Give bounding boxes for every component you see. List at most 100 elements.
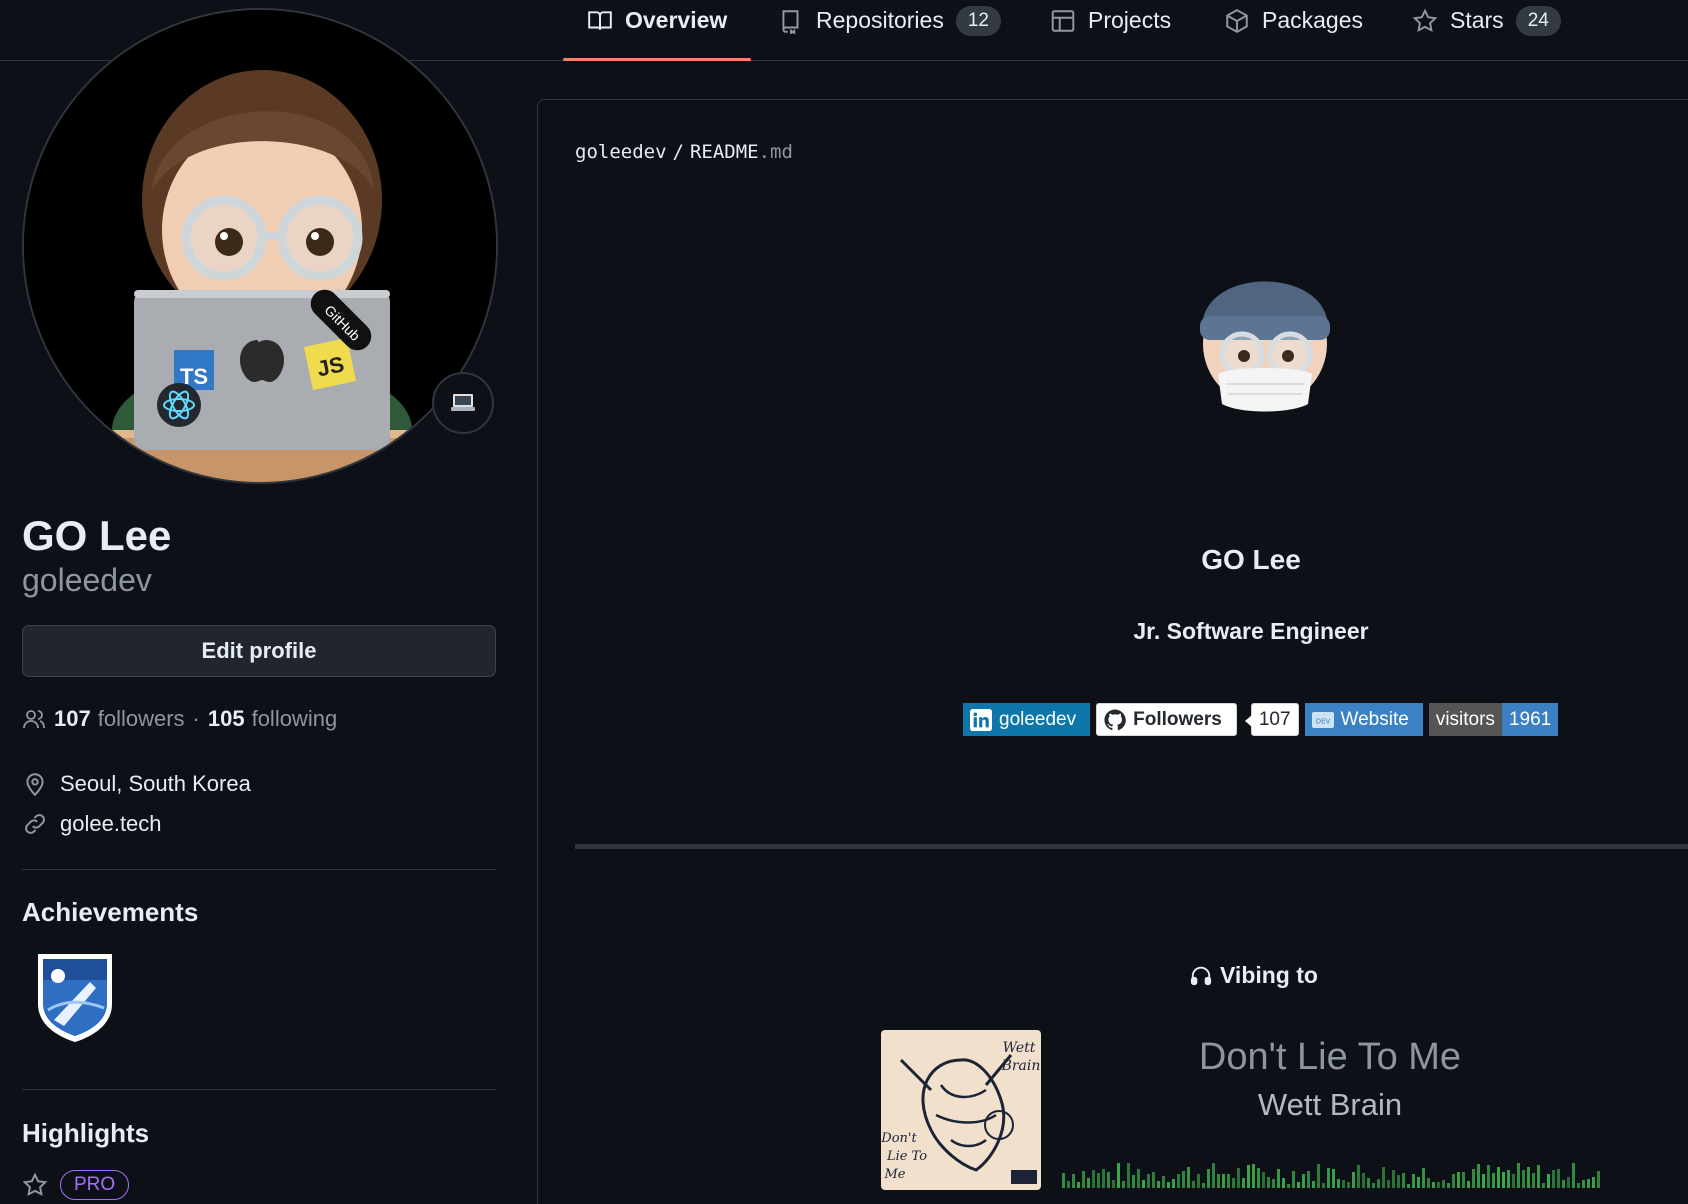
album-text-line: Lie To [886, 1149, 927, 1164]
equalizer-bar [1402, 1173, 1405, 1188]
tab-projects[interactable]: Projects [1050, 0, 1171, 61]
album-text-line: Me [883, 1167, 905, 1182]
followers-label: followers [97, 706, 185, 731]
readme-memoji [1190, 236, 1340, 416]
equalizer-bar [1332, 1169, 1335, 1188]
equalizer-bar [1432, 1182, 1435, 1188]
equalizer-bar [1152, 1172, 1155, 1188]
equalizer-bar [1597, 1171, 1600, 1188]
equalizer-bar [1517, 1163, 1520, 1188]
equalizer-bar [1082, 1171, 1085, 1188]
readme-horizontal-rule [575, 844, 1688, 849]
equalizer-bar [1562, 1180, 1565, 1188]
achievement-shield-icon [38, 954, 112, 1042]
memoji-laptop-illustration: TS JS GitHub [24, 10, 496, 482]
people-icon [23, 710, 45, 729]
equalizer-bar [1192, 1181, 1195, 1188]
github-followers-count-badge[interactable]: 107 [1244, 703, 1299, 736]
profile-name: GO Lee [22, 512, 172, 559]
equalizer-bar [1347, 1182, 1350, 1188]
equalizer-bar [1482, 1174, 1485, 1188]
equalizer-bar [1372, 1183, 1375, 1188]
equalizer-bar [1197, 1174, 1200, 1188]
equalizer-bar [1242, 1178, 1245, 1188]
set-status-button[interactable] [432, 372, 494, 434]
equalizer-bar [1112, 1180, 1115, 1188]
equalizer-bar [1512, 1174, 1515, 1188]
equalizer-bar [1067, 1181, 1070, 1188]
readme-owner-link[interactable]: goleedev [575, 141, 667, 163]
readme-title: GO Lee [1201, 544, 1301, 575]
tab-repositories[interactable]: Repositories 12 [778, 0, 1001, 61]
equalizer-bar [1322, 1183, 1325, 1188]
equalizer-bar [1307, 1171, 1310, 1188]
equalizer-bar [1177, 1174, 1180, 1188]
equalizer-bar [1582, 1180, 1585, 1188]
github-followers-label: Followers [1133, 708, 1222, 730]
achievement-badge[interactable] [34, 950, 116, 1044]
github-followers-badge[interactable]: Followers [1096, 703, 1237, 736]
equalizer-bar [1592, 1177, 1595, 1188]
tab-label: Packages [1262, 7, 1364, 33]
readme-file-link[interactable]: README.md [690, 141, 793, 163]
following-link[interactable]: 105 following [208, 706, 337, 732]
equalizer-bar [1587, 1179, 1590, 1188]
vibing-heading-text: Vibing to [1220, 961, 1318, 988]
equalizer-bar [1577, 1183, 1580, 1188]
linkedin-icon [970, 708, 992, 731]
equalizer-bar [1477, 1164, 1480, 1188]
equalizer-bar [1547, 1174, 1550, 1188]
vibing-heading: Vibing to [1190, 960, 1318, 990]
equalizer-bar [1437, 1182, 1440, 1188]
equalizer-bar [1532, 1173, 1535, 1188]
equalizer-bar [1327, 1168, 1330, 1188]
equalizer-bar [1272, 1179, 1275, 1188]
linkedin-badge[interactable]: goleedev [963, 703, 1091, 736]
readme-path: goleedev / README.md [575, 141, 793, 163]
tab-overview[interactable]: Overview [562, 0, 752, 61]
repo-count-badge: 12 [955, 5, 1001, 36]
equalizer-bar [1497, 1167, 1500, 1188]
equalizer-bar [1117, 1163, 1120, 1188]
equalizer-bar [1087, 1178, 1090, 1188]
svg-text:DEV: DEV [1315, 717, 1330, 725]
equalizer-bar [1077, 1182, 1080, 1188]
equalizer-bar [1282, 1178, 1285, 1188]
equalizer-bar [1147, 1174, 1150, 1188]
equalizer-bar [1092, 1170, 1095, 1188]
visitors-label: visitors [1428, 703, 1502, 736]
tab-label: Stars [1450, 7, 1504, 33]
profile-avatar[interactable]: TS JS GitHub [22, 8, 498, 484]
equalizer-bar [1342, 1180, 1345, 1188]
stars-count-badge: 24 [1515, 5, 1561, 36]
equalizer-bar [1142, 1180, 1145, 1188]
website-badge[interactable]: DEV Website [1304, 703, 1423, 736]
equalizer-bar [1102, 1169, 1105, 1188]
tab-stars[interactable]: Stars 24 [1412, 0, 1561, 61]
equalizer-bar [1182, 1171, 1185, 1188]
equalizer-bar [1207, 1169, 1210, 1188]
album-text-line: Don't [881, 1131, 917, 1146]
equalizer-bar [1172, 1179, 1175, 1188]
memoji-beanie-illustration [1200, 281, 1330, 412]
followers-link[interactable]: 107 followers [54, 706, 185, 732]
sidebar-divider [22, 869, 496, 870]
equalizer-bar [1397, 1175, 1400, 1188]
readme-badges: goleedev Followers 107 DEV Website visit… [963, 703, 1559, 736]
edit-profile-button[interactable]: Edit profile [22, 625, 496, 677]
equalizer-bar [1337, 1179, 1340, 1188]
equalizer-bar [1187, 1167, 1190, 1188]
following-label: following [251, 706, 338, 731]
equalizer-bar [1167, 1182, 1170, 1188]
tab-packages[interactable]: Packages [1224, 0, 1363, 61]
equalizer-bar [1472, 1169, 1475, 1188]
equalizer-bar [1277, 1169, 1280, 1188]
equalizer-bar [1222, 1174, 1225, 1188]
dev-icon: DEV [1311, 711, 1334, 728]
equalizer-bar [1292, 1171, 1295, 1188]
album-cover[interactable]: Wett Brain Don't Lie To Me [881, 1030, 1041, 1190]
website-link[interactable]: golee.tech [60, 811, 162, 837]
repo-icon [782, 9, 799, 34]
achievements-heading: Achievements [22, 897, 199, 927]
equalizer-bar [1572, 1163, 1575, 1188]
